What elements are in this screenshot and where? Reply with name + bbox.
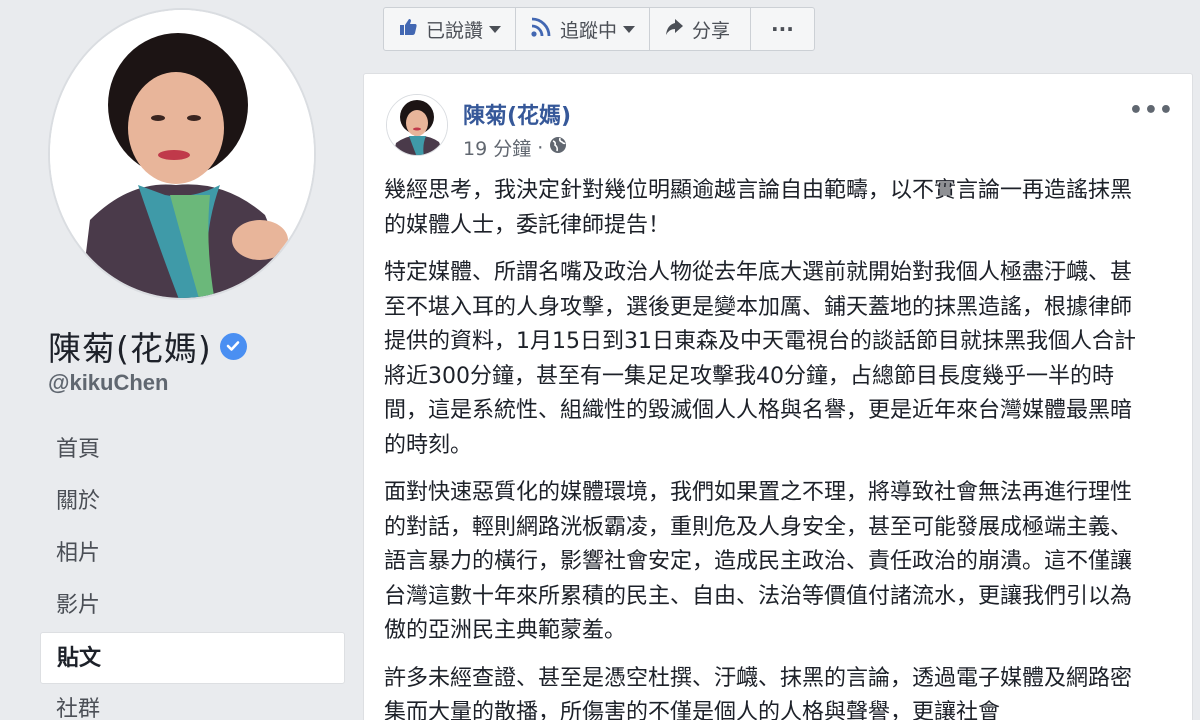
nav-item-about[interactable]: 關於 <box>40 476 345 528</box>
globe-icon[interactable] <box>549 136 567 159</box>
verified-badge-icon <box>219 332 247 360</box>
share-button[interactable]: 分享 <box>650 8 752 50</box>
post-timestamp[interactable]: 19 分鐘 <box>463 134 531 161</box>
chevron-down-icon <box>489 25 502 33</box>
thumbs-up-icon <box>398 17 418 42</box>
post-more-options[interactable]: ••• <box>1129 98 1174 123</box>
rss-follow-icon <box>530 16 552 43</box>
page-name[interactable]: 陳菊(花媽) <box>48 322 212 370</box>
post-meta: 19 分鐘 · <box>463 134 567 161</box>
post-author-name[interactable]: 陳菊(花媽) <box>463 98 571 130</box>
post-paragraph: 許多未經查證、甚至是憑空杜撰、汙衊、抹黑的言論，透過電子媒體及網路密集而大量的散… <box>384 665 1133 720</box>
liked-button[interactable]: 已說讚 <box>384 8 517 50</box>
profile-picture[interactable] <box>48 8 316 300</box>
post-body: 幾經思考，我決定針對幾位明顯逾越言論自由範疇，以不實言論一再造謠抹黑的媒體人士，… <box>384 174 1152 720</box>
liked-label: 已說讚 <box>426 19 484 42</box>
following-button[interactable]: 追蹤中 <box>516 8 651 50</box>
nav-item-community[interactable]: 社群 <box>40 684 345 720</box>
post-paragraph: 面對快速惡質化的媒體環境，我們如果置之不理，將導致社會無法再進行理性的對話，輕則… <box>384 480 1133 643</box>
nav-item-posts[interactable]: 貼文 <box>40 632 345 684</box>
share-label: 分享 <box>692 19 731 42</box>
nav-item-videos[interactable]: 影片 <box>40 580 345 632</box>
nav-item-home[interactable]: 首頁 <box>40 424 345 476</box>
post-author-avatar[interactable] <box>386 94 448 156</box>
chevron-down-icon <box>623 25 636 33</box>
meta-separator: · <box>537 136 544 159</box>
left-column: 陳菊(花媽) @kikuChen 首頁 關於 相片 影片 貼文 社群 <box>0 0 362 720</box>
post-card: 陳菊(花媽) 19 分鐘 · ••• 幾經思考，我決定針對幾位明顯逾越言論自由範… <box>363 73 1193 720</box>
post-paragraph: 特定媒體、所謂名嘴及政治人物從去年底大選前就開始對我個人極盡汙衊、甚至不堪入耳的… <box>384 260 1136 458</box>
more-options-label: ··· <box>771 17 794 41</box>
share-arrow-icon <box>664 17 684 42</box>
page-nav: 首頁 關於 相片 影片 貼文 社群 <box>40 424 345 720</box>
more-options-button[interactable]: ··· <box>751 8 814 50</box>
following-label: 追蹤中 <box>560 19 618 42</box>
page-name-row: 陳菊(花媽) <box>48 322 247 370</box>
post-paragraph: 幾經思考，我決定針對幾位明顯逾越言論自由範疇，以不實言論一再造謠抹黑的媒體人士，… <box>384 178 1133 238</box>
page-handle[interactable]: @kikuChen <box>48 370 168 396</box>
nav-item-photos[interactable]: 相片 <box>40 528 345 580</box>
page-action-bar: 已說讚 追蹤中 分享 ··· <box>383 7 815 51</box>
